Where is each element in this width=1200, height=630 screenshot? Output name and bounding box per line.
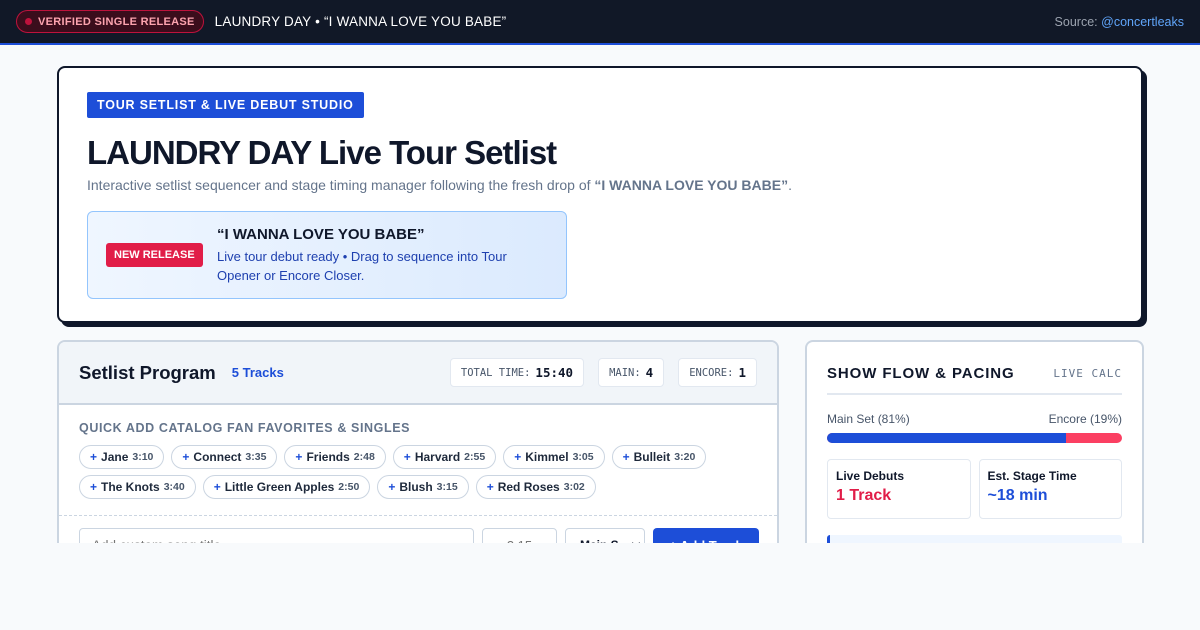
plus-icon: + xyxy=(622,450,630,464)
subtitle-song: “I WANNA LOVE YOU BABE” xyxy=(594,177,789,193)
setlist-title: Setlist Program xyxy=(79,361,216,383)
live-calc-label: LIVE CALC xyxy=(1053,367,1122,380)
catalog-chip[interactable]: + Red Roses 3:02 xyxy=(475,475,596,499)
set-split-bar xyxy=(827,433,1122,443)
catalog-chip[interactable]: + Friends 2:48 xyxy=(284,445,386,469)
chip-duration: 2:48 xyxy=(353,451,375,463)
chip-duration: 2:50 xyxy=(338,481,360,493)
catalog-chip[interactable]: + Connect 3:35 xyxy=(171,445,278,469)
add-track-row: Main Set + Add Track xyxy=(79,528,759,543)
card-value: ~18 min xyxy=(987,487,1048,504)
chip-title: Blush xyxy=(399,480,433,494)
plus-icon: + xyxy=(514,450,522,464)
stat-label: TOTAL TIME: xyxy=(460,366,531,379)
card-label: Live Debuts xyxy=(836,469,905,483)
chip-duration: 3:10 xyxy=(132,451,154,463)
plus-icon: + xyxy=(486,480,494,494)
plus-icon: + xyxy=(403,450,411,464)
catalog-chips: + Jane 3:10 + Connect 3:35 + Friends 2:48 + Har… xyxy=(79,445,719,499)
chip-title: Jane xyxy=(101,450,129,464)
plus-icon: + xyxy=(90,480,98,494)
status-dot-icon xyxy=(25,18,32,25)
release-description: Live tour debut ready • Drag to sequence… xyxy=(217,249,507,283)
chip-title: Kimmel xyxy=(525,450,569,464)
track-count: 5 Tracks xyxy=(231,365,284,380)
chip-title: Bulleit xyxy=(633,450,671,464)
stat-value: 15:40 xyxy=(535,365,574,380)
chip-duration: 3:15 xyxy=(436,481,458,493)
source-link[interactable]: @concertleaks xyxy=(1101,15,1184,29)
catalog-chip[interactable]: + The Knots 3:40 xyxy=(79,475,196,499)
catalog-chip[interactable]: + Blush 3:15 xyxy=(377,475,469,499)
setlist-header: Setlist Program 5 Tracks TOTAL TIME: 15:… xyxy=(59,342,777,405)
stat-encore: ENCORE: 1 xyxy=(678,358,757,387)
split-labels: Main Set (81%) Encore (19%) xyxy=(827,412,1122,426)
setlist-panel: Setlist Program 5 Tracks TOTAL TIME: 15:… xyxy=(57,340,779,543)
live-debuts-card: Live Debuts 1 Track xyxy=(827,459,971,519)
release-card[interactable]: NEW RELEASE “I WANNA LOVE YOU BABE” Live… xyxy=(87,211,567,299)
plus-icon: + xyxy=(90,450,98,464)
stat-value: 1 xyxy=(738,365,746,380)
card-value: 1 Track xyxy=(836,487,892,504)
chip-title: Harvard xyxy=(414,450,461,464)
quick-add-label: QUICK ADD CATALOG FAN FAVORITES & SINGLE… xyxy=(79,421,411,435)
catalog-chip[interactable]: + Kimmel 3:05 xyxy=(503,445,605,469)
page-title: LAUNDRY DAY Live Tour Setlist xyxy=(87,134,557,171)
main-set-fill xyxy=(827,433,1066,443)
plus-icon: + xyxy=(388,480,396,494)
subtitle-prefix: Interactive setlist sequencer and stage … xyxy=(87,177,595,193)
chip-title: Little Green Apples xyxy=(224,480,335,494)
catalog-chip[interactable]: + Jane 3:10 xyxy=(79,445,165,469)
stat-label: ENCORE: xyxy=(689,366,734,379)
section-divider xyxy=(59,515,777,516)
plus-icon: + xyxy=(295,450,303,464)
flow-note xyxy=(827,535,1122,543)
catalog-chip[interactable]: + Harvard 2:55 xyxy=(392,445,497,469)
chip-title: Connect xyxy=(193,450,242,464)
chip-duration: 3:05 xyxy=(572,451,594,463)
stat-main: MAIN: 4 xyxy=(598,358,665,387)
plus-icon: + xyxy=(213,480,221,494)
hero-card: TOUR SETLIST & LIVE DEBUT STUDIO LAUNDRY… xyxy=(57,66,1143,323)
main-set-label: Main Set (81%) xyxy=(827,412,910,426)
stat-label: MAIN: xyxy=(609,366,641,379)
catalog-chip[interactable]: + Little Green Apples 2:50 xyxy=(202,475,371,499)
chip-title: The Knots xyxy=(101,480,160,494)
flow-title: SHOW FLOW & PACING xyxy=(827,365,1015,382)
chip-duration: 3:20 xyxy=(674,451,696,463)
duration-input[interactable] xyxy=(482,528,557,543)
stat-value: 4 xyxy=(645,365,654,380)
setlist-stats: TOTAL TIME: 15:40 MAIN: 4 ENCORE: 1 xyxy=(449,358,757,387)
set-select[interactable]: Main Set xyxy=(565,528,645,543)
new-release-badge: NEW RELEASE xyxy=(106,243,203,267)
show-flow-panel: SHOW FLOW & PACING LIVE CALC Main Set (8… xyxy=(805,340,1144,543)
flow-cards: Live Debuts 1 Track Est. Stage Time ~18 … xyxy=(827,459,1122,519)
chip-duration: 3:02 xyxy=(563,481,585,493)
verified-badge-label: VERIFIED SINGLE RELEASE xyxy=(38,15,195,28)
plus-icon: + xyxy=(182,450,190,464)
encore-label: Encore (19%) xyxy=(1048,412,1122,426)
song-title-input[interactable] xyxy=(79,528,474,543)
source-label: Source: xyxy=(1054,14,1098,29)
release-title: “I WANNA LOVE YOU BABE” xyxy=(217,226,425,243)
chip-title: Red Roses xyxy=(497,480,560,494)
studio-tag: TOUR SETLIST & LIVE DEBUT STUDIO xyxy=(87,92,364,118)
topbar-title: LAUNDRY DAY • “I WANNA LOVE YOU BABE” xyxy=(214,14,507,29)
chip-duration: 2:55 xyxy=(464,451,486,463)
verified-badge: VERIFIED SINGLE RELEASE xyxy=(16,10,204,33)
source: Source: @concertleaks xyxy=(1055,15,1184,29)
chip-duration: 3:40 xyxy=(163,481,185,493)
stage-time-card: Est. Stage Time ~18 min xyxy=(978,459,1122,519)
flow-header: SHOW FLOW & PACING LIVE CALC xyxy=(827,342,1122,395)
catalog-chip[interactable]: + Bulleit 3:20 xyxy=(611,445,707,469)
add-track-button[interactable]: + Add Track xyxy=(653,528,759,543)
quick-add-section: QUICK ADD CATALOG FAN FAVORITES & SINGLE… xyxy=(59,405,777,499)
subtitle-suffix: . xyxy=(788,177,792,193)
chip-duration: 3:35 xyxy=(245,451,267,463)
top-bar: VERIFIED SINGLE RELEASE LAUNDRY DAY • “I… xyxy=(0,0,1200,45)
page-subtitle: Interactive setlist sequencer and stage … xyxy=(87,177,792,193)
card-label: Est. Stage Time xyxy=(987,469,1077,483)
chip-title: Friends xyxy=(306,450,350,464)
stat-total-time: TOTAL TIME: 15:40 xyxy=(449,358,585,387)
